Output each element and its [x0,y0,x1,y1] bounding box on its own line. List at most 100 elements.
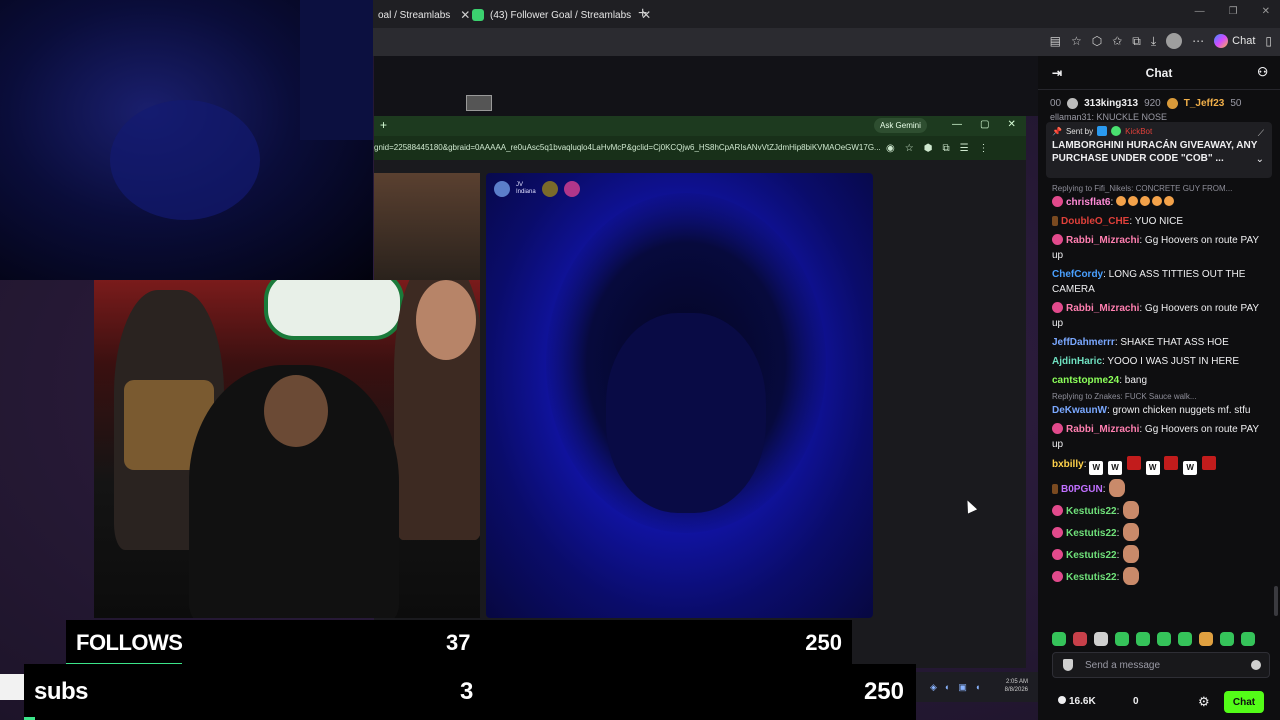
chat-username[interactable]: Kestutis22 [1066,506,1117,517]
chat-message[interactable]: Kestutis22: [1038,521,1280,543]
chevron-down-icon[interactable]: ⌄ [1256,154,1264,165]
chat-send-button[interactable]: Chat [1224,691,1264,713]
minimize-icon[interactable]: — [952,119,962,130]
heart-badge-icon[interactable] [541,181,558,197]
emote-icon[interactable] [1220,632,1234,646]
kebab-icon[interactable]: ⋮ [979,143,989,154]
maximize-icon[interactable]: ❐ [1229,6,1238,17]
favorites-bar-icon[interactable]: ✩ [1112,34,1122,48]
chat-message[interactable]: Rabbi_Mizrachi: Gg Hoovers on route PAY … [1038,420,1280,454]
maximize-icon[interactable]: ▢ [980,119,989,130]
sender-name[interactable]: KickBot [1125,127,1152,136]
gift-badge-icon[interactable] [563,181,580,197]
bookmark-star-icon[interactable]: ☆ [905,143,914,154]
extension-icon[interactable]: ⬡ [1092,34,1102,48]
inner-new-tab-icon[interactable]: + [380,118,387,132]
chat-message[interactable]: JeffDahmerrr: SHAKE THAT ASS HOE [1038,333,1280,352]
group-photo-video[interactable] [94,280,480,618]
chat-users-icon[interactable]: ⚇ [1257,65,1268,79]
display-icon[interactable]: ▣ [958,682,967,693]
chat-username[interactable]: ChefCordy [1052,269,1103,280]
streamer-avatar[interactable] [494,181,510,197]
chat-message[interactable]: bxbilly: W W W W [1038,454,1280,477]
chat-username[interactable]: cantstopme24 [1052,375,1119,386]
emote-icon [1140,196,1151,206]
chat-message[interactable]: DeKwaunW: grown chicken nuggets mf. stfu [1038,401,1280,420]
network-icon[interactable]: ◈ [930,682,937,693]
chat-username[interactable]: Rabbi_Mizrachi [1066,424,1139,435]
volume-icon[interactable]: ◖ [975,682,980,693]
emote-icon[interactable] [1115,632,1129,646]
chat-username[interactable]: chrisflat6 [1066,197,1110,208]
emote-icon[interactable] [1136,632,1150,646]
chat-username[interactable]: Kestutis22 [1066,550,1117,561]
thumbnail-preview[interactable] [466,95,492,111]
chat-message[interactable]: Kestutis22: [1038,565,1280,587]
chat-username[interactable]: AjdinHaric [1052,356,1102,367]
close-window-icon[interactable]: ✕ [1262,6,1270,17]
emote-icon[interactable] [1157,632,1171,646]
chat-username[interactable]: Rabbi_Mizrachi [1066,235,1139,246]
emote-icon[interactable] [1073,632,1087,646]
chat-username[interactable]: DeKwaunW [1052,405,1107,416]
gemini-icon[interactable]: ◉ [886,143,895,154]
chat-message[interactable]: Rabbi_Mizrachi: Gg Hoovers on route PAY … [1038,231,1280,265]
chat-username[interactable]: JeffDahmerrr [1052,337,1115,348]
taskbar-clock[interactable]: 2:05 AM 8/8/2026 [1005,678,1028,694]
inner-url-text[interactable]: gnid=22588445180&gbraid=0AAAAA_re0uAsc5q… [374,143,882,152]
close-icon[interactable]: ✕ [1007,119,1015,130]
chat-username[interactable]: Rabbi_Mizrachi [1066,303,1139,314]
chat-input[interactable]: Send a message [1052,652,1270,678]
sidebar-icon[interactable]: ▯ [1265,34,1272,48]
collapse-chat-icon[interactable]: ⇥ [1052,66,1062,80]
chat-message[interactable]: ChefCordy: LONG ASS TITTIES OUT THE CAME… [1038,265,1280,299]
reply-context[interactable]: Replying to Fifi_Nikels: CONCRETE GUY FR… [1038,182,1280,193]
tab-streamlabs-goal[interactable]: oal / Streamlabs ✕ [372,4,476,26]
emote-icon[interactable] [1178,632,1192,646]
more-icon[interactable]: ⋯ [1192,34,1204,48]
chat-message[interactable]: Kestutis22: [1038,543,1280,565]
copilot-label: Chat [1232,35,1256,47]
chat-username[interactable]: B0PGUN [1061,484,1103,495]
favorite-icon[interactable]: ☆ [1071,34,1082,48]
mic-icon[interactable]: ◐ [945,682,950,693]
blue-cam-video[interactable] [486,173,873,618]
tab-follower-goal[interactable]: (43) Follower Goal / Streamlabs ✕ [466,4,657,26]
chat-message[interactable]: AjdinHaric: YOOO I WAS JUST IN HERE [1038,352,1280,371]
chat-message[interactable]: B0PGUN: [1038,477,1280,499]
emote-icon[interactable] [1241,632,1255,646]
emote-icon: W [1145,461,1160,475]
collections-icon[interactable]: ⧉ [1132,34,1141,49]
leader-name[interactable]: 313king313 [1084,98,1138,109]
unpin-icon[interactable]: ⟋ [1258,128,1264,139]
emote-icon[interactable] [1094,632,1108,646]
ask-gemini-button[interactable]: Ask Gemini [874,118,927,133]
chat-message[interactable]: cantstopme24: bang [1038,371,1280,390]
chat-username[interactable]: bxbilly [1052,459,1084,470]
chat-username[interactable]: Kestutis22 [1066,528,1117,539]
puzzle-icon[interactable]: ⧉ [942,143,949,154]
profile-avatar[interactable] [1166,33,1183,49]
menu-icon[interactable]: ☰ [960,143,969,154]
chat-text: : [1083,459,1087,470]
emote-icon[interactable] [1199,632,1213,646]
minimize-icon[interactable]: — [1195,6,1205,17]
chat-message[interactable]: chrisflat6: [1038,193,1280,212]
chat-username[interactable]: Kestutis22 [1066,572,1117,583]
chat-message[interactable]: DoubleO_CHE: YUO NICE [1038,212,1280,231]
leader-name[interactable]: T_Jeff23 [1184,98,1225,109]
chat-username[interactable]: DoubleO_CHE [1061,216,1129,227]
downloads-icon[interactable]: ⤓ [1151,34,1156,49]
emote-icon[interactable] [1052,632,1066,646]
emoji-icon[interactable] [1251,660,1261,670]
chat-scrollbar[interactable] [1274,586,1278,616]
reader-icon[interactable]: ▤ [1050,34,1061,48]
extension-icon[interactable]: ⬢ [924,143,933,154]
new-tab-icon[interactable]: + [638,5,647,23]
chat-message[interactable]: Kestutis22: [1038,499,1280,521]
chat-message[interactable]: Rabbi_Mizrachi: Gg Hoovers on route PAY … [1038,299,1280,333]
pinned-message[interactable]: 📌 Sent by KickBot LAMBORGHINI HURACÁN GI… [1046,122,1272,178]
reply-context[interactable]: Replying to Znakes: FUCK Sauce walk... [1038,390,1280,401]
gear-icon[interactable]: ⚙ [1198,694,1210,710]
copilot-button[interactable]: Chat [1214,34,1255,48]
